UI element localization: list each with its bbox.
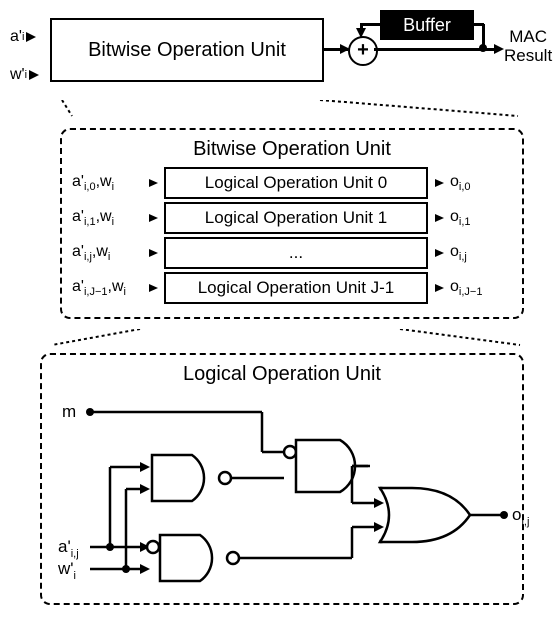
arrow-icon xyxy=(428,249,450,257)
top-datapath: a'i w'i Bitwise Operation Unit + Buffer … xyxy=(10,10,544,100)
lou-output-label: oi,j xyxy=(450,243,506,263)
or-gate-icon xyxy=(380,488,470,542)
lou-row: a'i,0,wi Logical Operation Unit 0 oi,0 xyxy=(72,167,512,199)
lou-box: ... xyxy=(164,237,428,269)
lou-input-label: a'i,j,wi xyxy=(72,243,142,263)
input-a-label: a'i xyxy=(10,28,39,46)
lou-box: Logical Operation Unit J-1 xyxy=(164,272,428,304)
logic-title: Logical Operation Unit xyxy=(52,363,512,386)
svg-text:w'i: w'i xyxy=(57,559,76,582)
bitwise-op-unit-expanded: Bitwise Operation Unit a'i,0,wi Logical O… xyxy=(60,128,524,319)
arrow-icon xyxy=(142,284,164,292)
input-w-label: w'i xyxy=(10,66,39,84)
expand-lines-icon xyxy=(10,329,554,347)
arrow-icon xyxy=(26,32,36,42)
buffer-box: Buffer xyxy=(380,10,474,40)
arrow-icon xyxy=(428,284,450,292)
arrow-icon xyxy=(142,179,164,187)
svg-text:oi,j: oi,j xyxy=(512,505,529,528)
svg-text:a'i,j: a'i,j xyxy=(58,537,79,560)
lou-output-label: oi,1 xyxy=(450,208,506,228)
lou-input-label: a'i,J−1,wi xyxy=(72,278,142,298)
lou-input-label: a'i,1,wi xyxy=(72,208,142,228)
arrow-icon xyxy=(142,249,164,257)
nand-gate-icon xyxy=(152,455,231,501)
lou-row: a'i,J−1,wi Logical Operation Unit J-1 oi,J… xyxy=(72,272,512,304)
logic-gate-schematic: m a'i,j w'i xyxy=(52,392,532,587)
arrow-icon xyxy=(428,214,450,222)
lou-output-label: oi,0 xyxy=(450,173,506,193)
mid-title: Bitwise Operation Unit xyxy=(72,138,512,161)
lou-row: a'i,1,wi Logical Operation Unit 1 oi,1 xyxy=(72,202,512,234)
svg-text:m: m xyxy=(62,402,76,421)
lou-output-label: oi,J−1 xyxy=(450,278,506,298)
mac-result-label: MAC Result xyxy=(504,28,552,65)
arrow-icon xyxy=(29,70,39,80)
bitwise-op-unit-box: Bitwise Operation Unit xyxy=(50,18,324,82)
logical-op-unit-expanded: Logical Operation Unit m a'i,j w'i xyxy=(40,353,524,605)
adder-circle: + xyxy=(348,36,378,66)
lou-row: a'i,j,wi... oi,j xyxy=(72,237,512,269)
lou-box: Logical Operation Unit 0 xyxy=(164,167,428,199)
and-gate-icon xyxy=(284,440,355,492)
lou-box: Logical Operation Unit 1 xyxy=(164,202,428,234)
expand-lines-icon xyxy=(10,100,554,118)
arrow-icon xyxy=(428,179,450,187)
nand-gate-icon xyxy=(147,535,239,581)
lou-input-label: a'i,0,wi xyxy=(72,173,142,193)
arrow-icon xyxy=(142,214,164,222)
